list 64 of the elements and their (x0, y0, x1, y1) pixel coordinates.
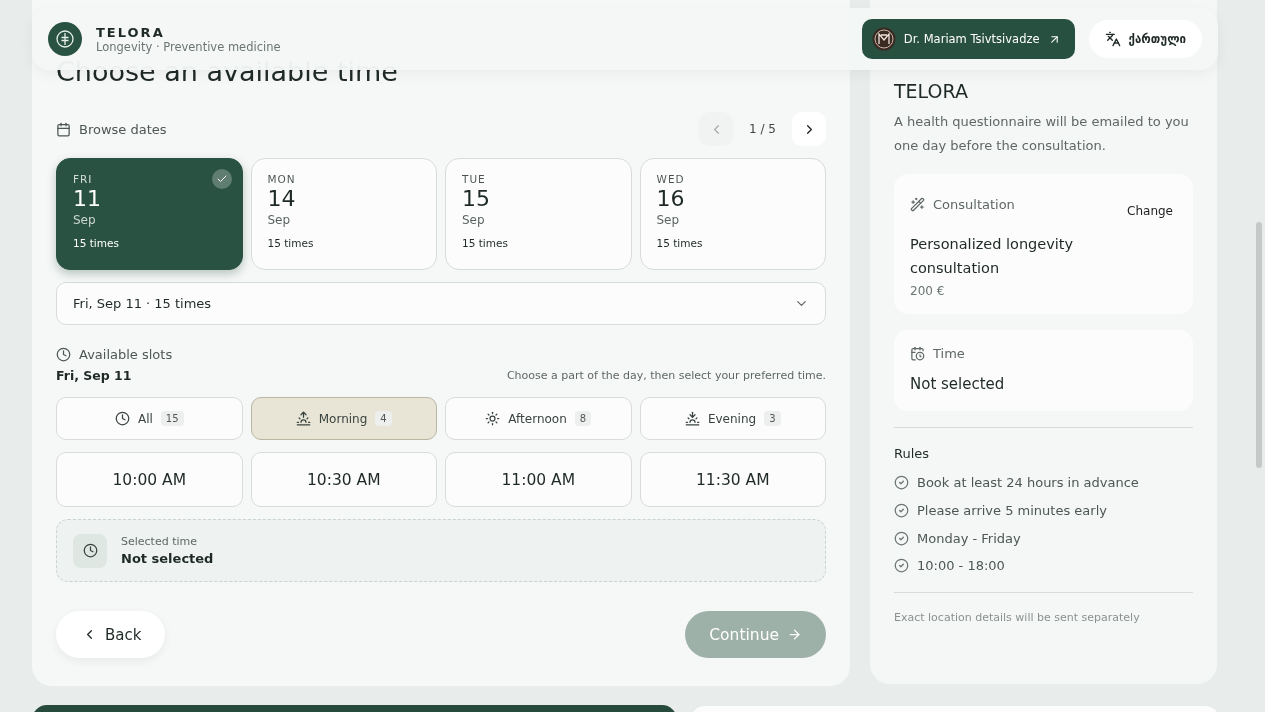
consultation-price: 200 € (910, 284, 946, 298)
consultation-label: Consultation (933, 196, 1015, 212)
sunrise-icon (295, 411, 311, 426)
check-circle-icon (894, 530, 909, 546)
sunset-icon (684, 411, 700, 426)
check-circle-icon (894, 475, 909, 491)
summary-title: TELORA (894, 80, 969, 102)
slots-date: Fri, Sep 11 (56, 368, 132, 383)
rules-title: Rules (894, 446, 931, 461)
day-part-tab[interactable]: Afternoon 8 (445, 397, 632, 440)
date-card[interactable]: TUE 15 Sep 15 times (445, 158, 632, 270)
day-part-tab[interactable]: Evening 3 (639, 397, 826, 440)
back-button[interactable]: Back (56, 611, 166, 658)
clock-icon (114, 411, 130, 426)
browse-dates-label: Browse dates (79, 121, 167, 137)
change-link[interactable]: Change (1127, 204, 1173, 218)
monogram-icon (871, 27, 896, 51)
check-circle-icon (894, 503, 909, 519)
time-label: Time (933, 346, 965, 361)
slot-count: 3 (764, 411, 781, 426)
selected-time-label: Selected time (121, 535, 199, 548)
consultation-name: Personalized longevity consultation (910, 235, 1075, 278)
time-slot-button[interactable]: 11:30 AM (639, 452, 826, 507)
summary-description: A health questionnaire will be emailed to you one day before the consultation. (894, 113, 1190, 155)
clock-icon (56, 347, 71, 362)
page-indicator: 1 / 5 (749, 122, 776, 136)
slot-count: 8 (574, 411, 592, 426)
day-part-tab[interactable]: Morning 4 (250, 397, 437, 440)
time-slot-button[interactable]: 10:00 AM (56, 452, 243, 507)
slot-count: 15 (160, 411, 184, 426)
arrow-right-icon (787, 627, 802, 642)
rule-text: Monday - Friday (917, 530, 1021, 546)
doctor-button[interactable]: Dr. Mariam Tsivtsivadze (861, 19, 1075, 59)
day-part-tab[interactable]: All 15 (56, 397, 243, 440)
check-icon (211, 169, 232, 189)
next-page-button[interactable] (792, 112, 826, 146)
translate-icon (1104, 31, 1121, 47)
date-card[interactable]: MON 14 Sep 15 times (250, 158, 437, 270)
time-value: Not selected (910, 375, 1006, 393)
clock-icon (73, 533, 107, 568)
brand-tagline: Longevity · Preventive medicine (96, 39, 282, 54)
time-slot-button[interactable]: 11:00 AM (445, 452, 632, 507)
date-card[interactable]: WED 16 Sep 15 times (639, 158, 826, 270)
date-dropdown[interactable]: Fri, Sep 11 · 15 times (56, 282, 826, 325)
time-slot-button[interactable]: 10:30 AM (250, 452, 437, 507)
rule-text: Please arrive 5 minutes early (917, 503, 1107, 519)
language-button[interactable]: ქართული (1088, 20, 1202, 58)
page-title: Choose an available time (56, 56, 399, 88)
previous-page-button[interactable] (699, 112, 734, 146)
slots-hint: Choose a part of the day, then select your preferred time. (506, 369, 826, 382)
logo-icon (48, 22, 82, 56)
check-circle-icon (894, 558, 909, 574)
date-card[interactable]: FRI 11 Sep 15 times (56, 158, 243, 270)
brand-name: TELORA (96, 24, 166, 40)
available-slots-label: Available slots (79, 347, 173, 362)
calendar-icon (56, 121, 71, 137)
calendar-clock-icon (910, 346, 925, 361)
magic-wand-icon (910, 196, 925, 212)
rule-text: 10:00 - 18:00 (917, 558, 1005, 574)
location-note: Exact location details will be sent separately (894, 610, 1141, 624)
selected-time-value: Not selected (121, 551, 214, 566)
slot-count: 4 (375, 411, 392, 426)
rule-text: Book at least 24 hours in advance (917, 475, 1139, 491)
sun-icon (485, 411, 501, 426)
